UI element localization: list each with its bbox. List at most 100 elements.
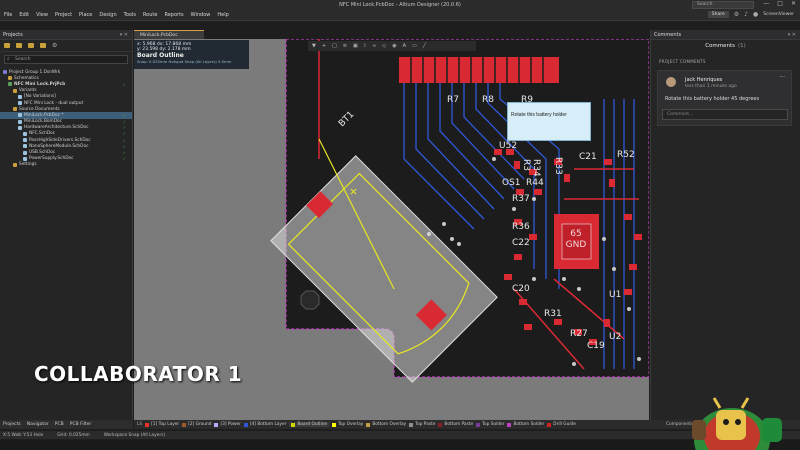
save-icon[interactable] (16, 43, 22, 48)
project-tree-item[interactable]: Settings (0, 162, 132, 168)
refresh-icon[interactable] (40, 43, 46, 48)
folder-icon (13, 88, 17, 93)
document-tab[interactable]: MiniLock.PcbDoc (134, 30, 204, 39)
menu-window[interactable]: Window (191, 12, 211, 18)
tab-comments[interactable]: Comments (698, 422, 721, 427)
search-icon: ⌕ (7, 56, 10, 62)
comments-title: Comments (705, 42, 735, 49)
layer-tab[interactable]: [3] Power (214, 422, 241, 427)
layer-tab-label: [1] Top Layer (151, 422, 180, 427)
projects-panel-header: Projects ▾ ✕ (0, 30, 132, 40)
select-rect-icon[interactable]: □ (332, 43, 337, 49)
place-component-icon[interactable]: ▣ (353, 43, 358, 49)
menu-bar: File Edit View Project Place Design Tool… (0, 10, 800, 21)
menu-file[interactable]: File (4, 12, 12, 18)
maximize-button[interactable]: □ (777, 0, 783, 7)
menu-edit[interactable]: Edit (19, 12, 29, 18)
panel-settings-gear-icon[interactable]: ⚙ (52, 42, 57, 49)
menu-tools[interactable]: Tools (124, 12, 136, 18)
layer-tab-label: Bottom Paste (444, 422, 474, 427)
share-button[interactable]: Share (707, 11, 729, 18)
layer-tab[interactable]: Top Overlay (332, 422, 363, 427)
tab-projects[interactable]: Projects (3, 422, 21, 427)
document-icon (23, 144, 27, 149)
tree-item-label: Project Group 1.DsnWrk (9, 69, 61, 75)
route-icon[interactable]: + (322, 43, 326, 49)
layer-tab[interactable]: [2] Ground (182, 422, 211, 427)
line-icon[interactable]: ╱ (423, 43, 426, 49)
comment-author: Jack Henriques (685, 77, 723, 83)
pin-icon[interactable]: ▾ ✕ (120, 32, 128, 38)
layer-set-label[interactable]: LS (137, 422, 142, 427)
more-options-icon[interactable]: ··· (779, 74, 785, 81)
document-icon (23, 131, 27, 136)
layer-tab[interactable]: Drill Guide (547, 422, 576, 427)
via-icon[interactable]: ◉ (392, 43, 396, 49)
layer-tab[interactable]: Board Outline (289, 422, 330, 427)
tab-navigator[interactable]: Navigator (27, 422, 49, 427)
tab-pcb[interactable]: PCB (55, 422, 64, 427)
comment-card[interactable]: Jack Henriques less than 1 minute ago ··… (657, 70, 792, 126)
layer-tab[interactable]: [4] Bottom Layer (243, 422, 286, 427)
status-coordinates: X:5 Walk Y:53 Hole (3, 432, 44, 438)
notifications-bell-icon[interactable]: ♪ (744, 11, 748, 18)
minimize-button[interactable]: — (763, 0, 769, 7)
projects-toolbar: ⚙ (0, 40, 132, 52)
dimension-icon[interactable]: ▭ (412, 43, 417, 49)
diff-pair-icon[interactable]: ≈ (372, 43, 376, 49)
user-avatar-icon[interactable]: ● (753, 11, 758, 18)
layer-tab[interactable]: Bottom Overlay (366, 422, 406, 427)
document-icon (23, 156, 27, 161)
menu-route[interactable]: Route (143, 12, 158, 18)
menu-design[interactable]: Design (99, 12, 116, 18)
top-pad-strip (399, 57, 559, 83)
layer-tab[interactable]: Bottom Paste (438, 422, 473, 427)
pcb-designator: R34 (531, 159, 541, 177)
close-button[interactable]: ✕ (791, 0, 796, 7)
menu-help[interactable]: Help (217, 12, 228, 18)
interactive-route-icon[interactable]: ⌇ (364, 43, 366, 49)
align-icon[interactable]: ≡ (343, 43, 347, 49)
layer-tab-label: [3] Power (220, 422, 241, 427)
layer-tab[interactable]: Bottom Solder (507, 422, 544, 427)
menu-place[interactable]: Place (79, 12, 92, 18)
settings-gear-icon[interactable]: ⚙ (734, 11, 739, 18)
comment-timestamp: less than 1 minute ago (685, 84, 737, 89)
tab-properties[interactable]: Properties (726, 422, 748, 427)
tab-components[interactable]: Components (666, 422, 693, 427)
tab-pcb-filter[interactable]: PCB Filter (70, 422, 92, 427)
saved-check-icon: ✓ (122, 125, 126, 131)
layer-color-swatch (332, 422, 337, 427)
layer-color-swatch (409, 422, 414, 427)
filter-icon[interactable]: ▼ (312, 43, 316, 49)
user-name[interactable]: ScreenViewer (763, 12, 794, 17)
text-icon[interactable]: A (403, 43, 406, 49)
tree-item-label: NFC Mini Lock - dual output (24, 100, 84, 106)
tree-item-label: Schematics (14, 75, 39, 81)
status-bar: X:5 Walk Y:53 Hole Grid: 0.025mm Workspa… (0, 431, 800, 439)
menu-view[interactable]: View (36, 12, 48, 18)
layer-tab[interactable]: [1] Top Layer (145, 422, 179, 427)
comment-text: Rotate this battery holder 45 degrees (665, 96, 760, 102)
new-folder-icon[interactable] (28, 43, 34, 48)
menu-project[interactable]: Project (55, 12, 72, 18)
layer-color-swatch (438, 422, 443, 427)
projects-search-input[interactable]: ⌕ Search (4, 55, 128, 64)
comments-title-row: Comments (1) (651, 40, 800, 51)
menu-reports[interactable]: Reports (164, 12, 183, 18)
layer-tab[interactable]: Top Solder (476, 422, 504, 427)
comment-reply-input[interactable]: Comment... (662, 109, 788, 120)
pcb-designator: U2 (609, 332, 621, 342)
polygon-icon[interactable]: ◇ (382, 43, 386, 49)
open-folder-icon[interactable] (4, 43, 10, 48)
tree-item-label: NanoSphereModule.SchDoc (29, 143, 89, 149)
saved-check-icon: ✓ (122, 143, 126, 149)
pcb-designator: U52 (499, 141, 517, 151)
canvas-comment-note[interactable]: Rotate this battery holder (507, 102, 591, 141)
global-search-input[interactable]: Search (692, 1, 754, 9)
panel-pin-icon[interactable]: ▾ ✕ (788, 32, 796, 38)
layer-tab[interactable]: Top Paste (409, 422, 435, 427)
layer-color-swatch (366, 422, 371, 427)
folder-icon (8, 76, 12, 81)
saved-check-icon: ✓ (122, 150, 126, 156)
